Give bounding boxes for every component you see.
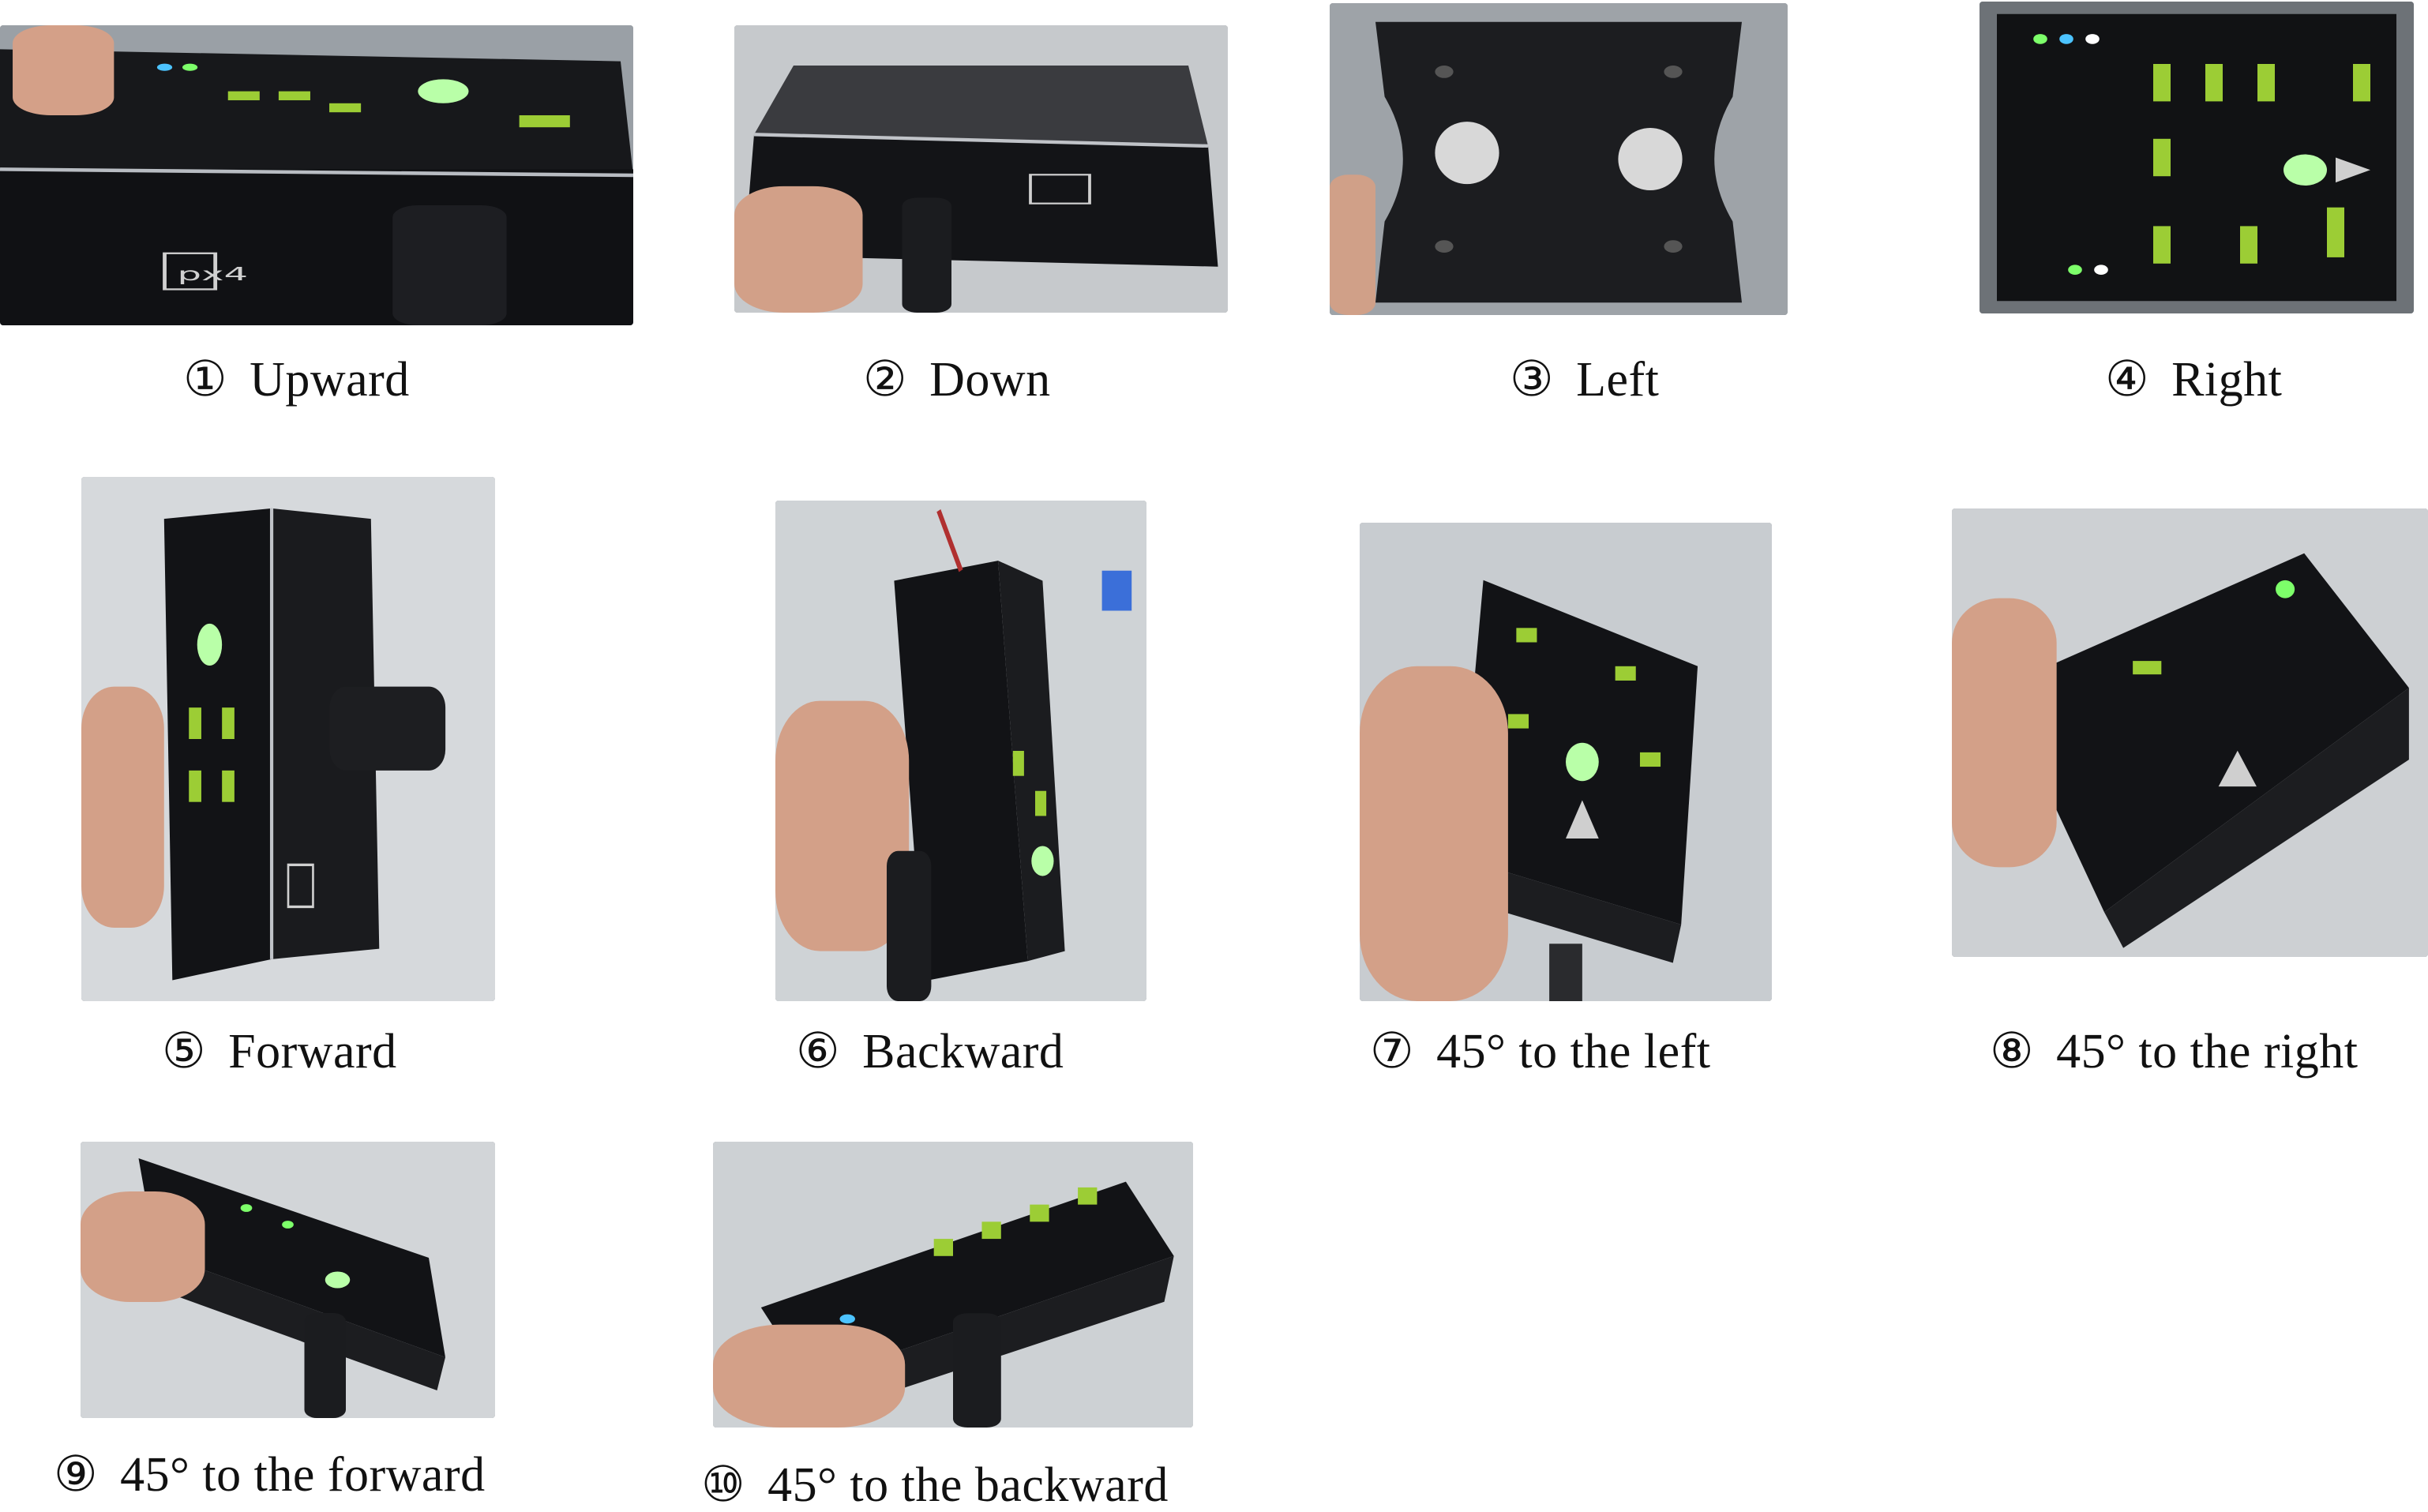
board-photo-45-left bbox=[1360, 523, 1772, 1001]
panel-number: ⑤ bbox=[162, 1025, 207, 1079]
panel-number: ⑦ bbox=[1370, 1025, 1415, 1079]
photo-45-left bbox=[1360, 523, 1772, 1001]
panel-label: Backward bbox=[862, 1025, 1064, 1079]
panel-label: Upward bbox=[250, 353, 410, 407]
panel-label: Left bbox=[1576, 353, 1660, 407]
caption-down: ② Down bbox=[863, 355, 1051, 404]
board-photo-down bbox=[734, 25, 1228, 313]
photo-forward bbox=[81, 477, 495, 1001]
photo-right bbox=[1980, 2, 2414, 313]
panel-number: ⑩ bbox=[701, 1458, 746, 1512]
panel-number: ② bbox=[863, 353, 908, 407]
panel-label: Down bbox=[929, 353, 1051, 407]
board-photo-45-backward bbox=[713, 1142, 1193, 1428]
board-photo-backward bbox=[775, 501, 1146, 1001]
panel-number: ⑨ bbox=[54, 1448, 99, 1502]
photo-left bbox=[1330, 3, 1788, 315]
board-photo-45-forward bbox=[81, 1142, 495, 1418]
board-photo-right bbox=[1980, 2, 2414, 313]
caption-45-forward: ⑨ 45° to the forward bbox=[54, 1450, 486, 1499]
caption-upward: ① Upward bbox=[183, 355, 410, 404]
panel-number: ① bbox=[183, 353, 228, 407]
caption-forward: ⑤ Forward bbox=[162, 1027, 397, 1076]
board-photo-45-right bbox=[1952, 508, 2428, 957]
photo-backward bbox=[775, 501, 1146, 1001]
panel-label: 45° to the forward bbox=[120, 1448, 486, 1502]
panel-label: 45° to the right bbox=[2056, 1025, 2359, 1079]
caption-right: ④ Right bbox=[2105, 355, 2282, 404]
photo-upward: px4 bbox=[0, 25, 633, 325]
panel-label: 45° to the left bbox=[1436, 1025, 1711, 1079]
caption-backward: ⑥ Backward bbox=[796, 1027, 1064, 1076]
caption-left: ③ Left bbox=[1510, 355, 1659, 404]
panel-number: ⑥ bbox=[796, 1025, 841, 1079]
board-photo-upward: px4 bbox=[0, 25, 633, 325]
panel-number: ⑧ bbox=[1990, 1025, 2035, 1079]
panel-label: 45° to the backward bbox=[767, 1458, 1169, 1512]
panel-number: ④ bbox=[2105, 353, 2150, 407]
photo-45-forward bbox=[81, 1142, 495, 1418]
panel-label: Forward bbox=[228, 1025, 397, 1079]
caption-45-right: ⑧ 45° to the right bbox=[1990, 1027, 2358, 1076]
svg-text:px4: px4 bbox=[178, 264, 249, 285]
caption-45-left: ⑦ 45° to the left bbox=[1370, 1027, 1710, 1076]
panel-label: Right bbox=[2171, 353, 2283, 407]
panel-number: ③ bbox=[1510, 353, 1555, 407]
board-photo-forward bbox=[81, 477, 495, 1001]
caption-45-backward: ⑩ 45° to the backward bbox=[701, 1461, 1169, 1510]
photo-down bbox=[734, 25, 1228, 313]
board-photo-left bbox=[1330, 3, 1788, 315]
photo-45-right bbox=[1952, 508, 2428, 957]
photo-45-backward bbox=[713, 1142, 1193, 1428]
